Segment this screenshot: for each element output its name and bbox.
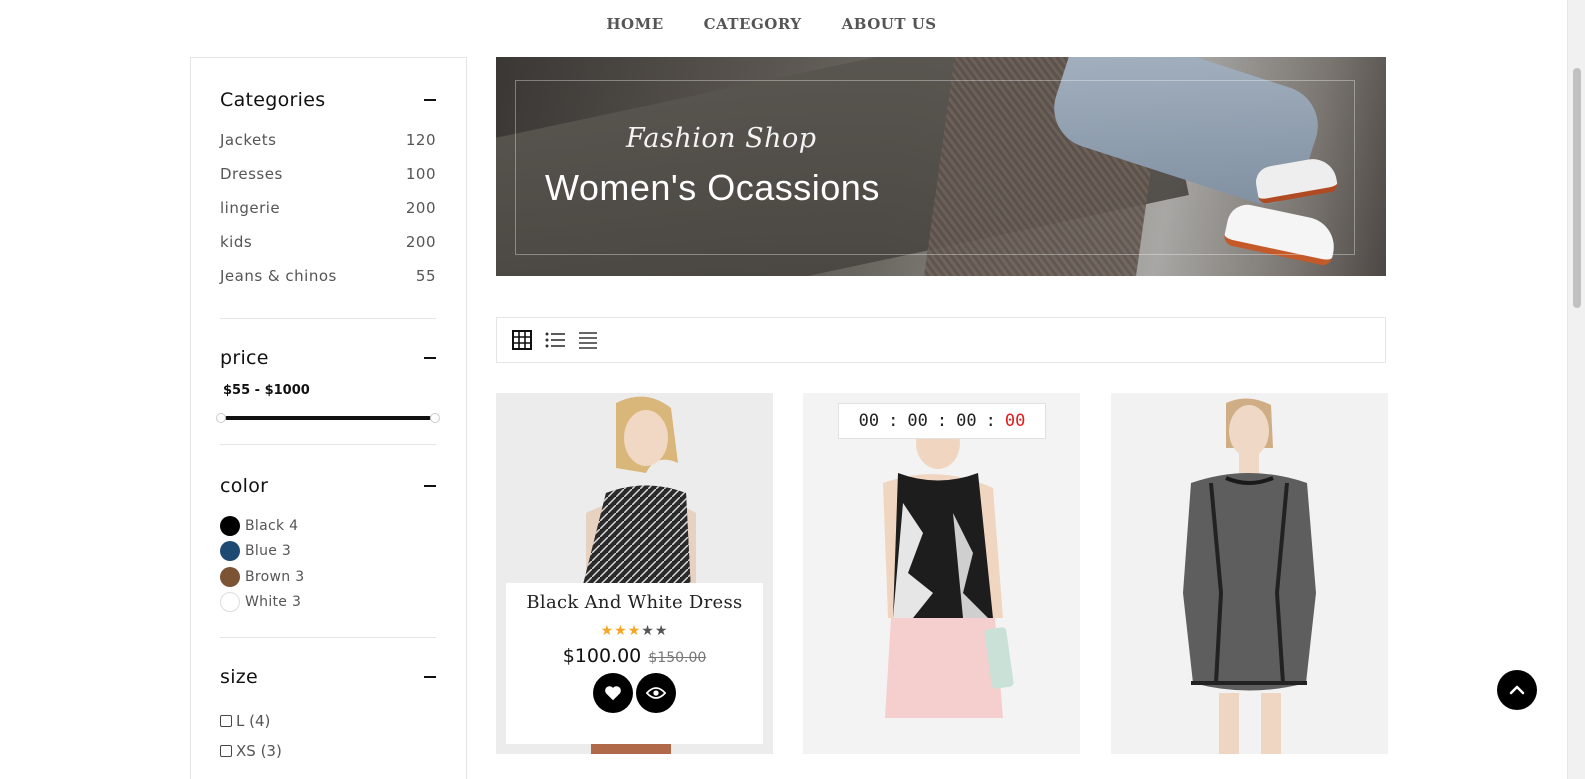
timer-separator: :	[888, 411, 899, 431]
nav-about-us[interactable]: ABOUT US	[842, 15, 937, 33]
price-slider[interactable]	[216, 412, 440, 423]
collapse-icon[interactable]	[424, 676, 436, 678]
price-range-label: $55 - $1000	[223, 383, 310, 398]
page-scrollbar[interactable]	[1567, 0, 1585, 779]
eye-icon	[646, 687, 666, 699]
star-icon: ★	[600, 623, 615, 639]
color-option[interactable]: Blue 3	[220, 539, 436, 565]
product-image	[1111, 393, 1388, 754]
product-rating: ★★★★★	[506, 623, 763, 639]
timer-hours: 00	[907, 411, 928, 431]
price-header[interactable]: price	[220, 347, 436, 369]
product-card[interactable]: 00: 00: 00: 00	[803, 393, 1080, 754]
timer-separator: :	[936, 411, 948, 431]
color-option[interactable]: White 3	[220, 590, 436, 616]
star-icon: ★	[614, 623, 628, 639]
scrollbar-thumb[interactable]	[1573, 68, 1581, 308]
color-label: Blue 3	[245, 543, 292, 560]
color-option[interactable]: Black 4	[220, 513, 436, 539]
category-item[interactable]: Jackets 120	[220, 131, 436, 165]
product-actions	[506, 673, 763, 713]
price-section: price $55 - $1000	[216, 319, 440, 445]
product-card[interactable]	[1111, 393, 1388, 754]
size-label: L (4)	[236, 712, 271, 730]
compact-list-icon[interactable]	[577, 329, 599, 351]
category-count: 200	[405, 199, 436, 217]
color-label: Black 4	[245, 517, 299, 534]
timer-days: 00	[858, 411, 880, 431]
timer-minutes: 00	[956, 411, 977, 431]
color-swatch	[220, 541, 240, 562]
category-item[interactable]: Dresses 100	[220, 165, 436, 199]
collapse-icon[interactable]	[424, 357, 436, 359]
product-info: Black And White Dress ★★★★★ $100.00 $150…	[506, 583, 763, 744]
categories-title: Categories	[220, 89, 326, 111]
category-item[interactable]: Jeans & chinos 55	[220, 267, 436, 287]
main-nav: HOME CATEGORY ABOUT US	[0, 0, 1567, 50]
color-section: color Black 4 Blue 3 Brown 3 White 3	[220, 445, 436, 638]
list-view-icon[interactable]	[544, 329, 566, 351]
color-header[interactable]: color	[220, 475, 436, 497]
collapse-icon[interactable]	[424, 99, 436, 101]
collapse-icon[interactable]	[424, 485, 436, 487]
category-label: kids	[220, 233, 253, 251]
color-label: Brown 3	[245, 568, 305, 585]
quick-view-button[interactable]	[636, 673, 676, 713]
countdown-timer: 00: 00: 00: 00	[838, 403, 1046, 439]
star-icon: ★	[627, 623, 642, 639]
size-option[interactable]: L (4)	[220, 706, 436, 736]
product-card[interactable]: Black And White Dress ★★★★★ $100.00 $150…	[496, 393, 773, 754]
color-swatch	[220, 566, 240, 587]
category-count: 120	[405, 131, 436, 149]
color-swatch	[220, 515, 240, 536]
timer-separator: :	[985, 411, 996, 431]
categories-section: Categories Jackets 120 Dresses 100 linge…	[220, 58, 436, 319]
color-label: White 3	[245, 594, 302, 611]
old-price: $150.00	[648, 650, 707, 666]
heart-icon	[605, 686, 621, 701]
filter-sidebar: Categories Jackets 120 Dresses 100 linge…	[190, 57, 467, 779]
color-option[interactable]: Brown 3	[220, 564, 436, 590]
product-image	[803, 393, 1080, 754]
nav-category[interactable]: CATEGORY	[704, 15, 802, 33]
wishlist-button[interactable]	[593, 673, 633, 713]
size-section: size L (4) XS (3)	[220, 638, 436, 766]
category-label: Jackets	[220, 131, 277, 149]
current-price: $100.00	[562, 645, 642, 667]
product-price: $100.00 $150.00	[506, 645, 763, 667]
category-count: 200	[405, 233, 436, 251]
categories-header[interactable]: Categories	[220, 89, 436, 111]
slider-max-handle[interactable]	[430, 413, 440, 423]
category-banner: Fashion Shop Women's Ocassions	[496, 57, 1386, 276]
banner-script-title: Fashion Shop	[626, 123, 817, 154]
color-title: color	[220, 475, 269, 497]
size-option[interactable]: XS (3)	[220, 736, 436, 766]
slider-min-handle[interactable]	[216, 413, 226, 423]
size-header[interactable]: size	[220, 666, 436, 688]
color-swatch	[220, 592, 240, 613]
back-to-top-button[interactable]	[1497, 670, 1537, 710]
price-title: price	[220, 347, 269, 369]
chevron-up-icon	[1509, 685, 1525, 695]
category-label: Dresses	[220, 165, 283, 183]
category-label: Jeans & chinos	[220, 267, 337, 285]
category-item[interactable]: kids 200	[220, 233, 436, 267]
banner-headline: Women's Ocassions	[545, 167, 880, 208]
size-label: XS (3)	[236, 742, 282, 760]
category-count: 100	[405, 165, 436, 183]
star-icon: ★	[654, 623, 669, 639]
size-title: size	[220, 666, 259, 688]
nav-home[interactable]: HOME	[606, 15, 663, 33]
category-count: 55	[415, 267, 436, 285]
slider-track	[225, 416, 431, 420]
view-toolbar	[496, 317, 1386, 363]
category-label: lingerie	[220, 199, 281, 217]
size-checkbox[interactable]	[220, 715, 232, 727]
grid-view-icon[interactable]	[511, 329, 533, 351]
size-checkbox[interactable]	[220, 745, 232, 757]
category-item[interactable]: lingerie 200	[220, 199, 436, 233]
star-icon: ★	[641, 623, 655, 639]
product-name[interactable]: Black And White Dress	[506, 592, 763, 613]
timer-seconds: 00	[1004, 411, 1026, 431]
